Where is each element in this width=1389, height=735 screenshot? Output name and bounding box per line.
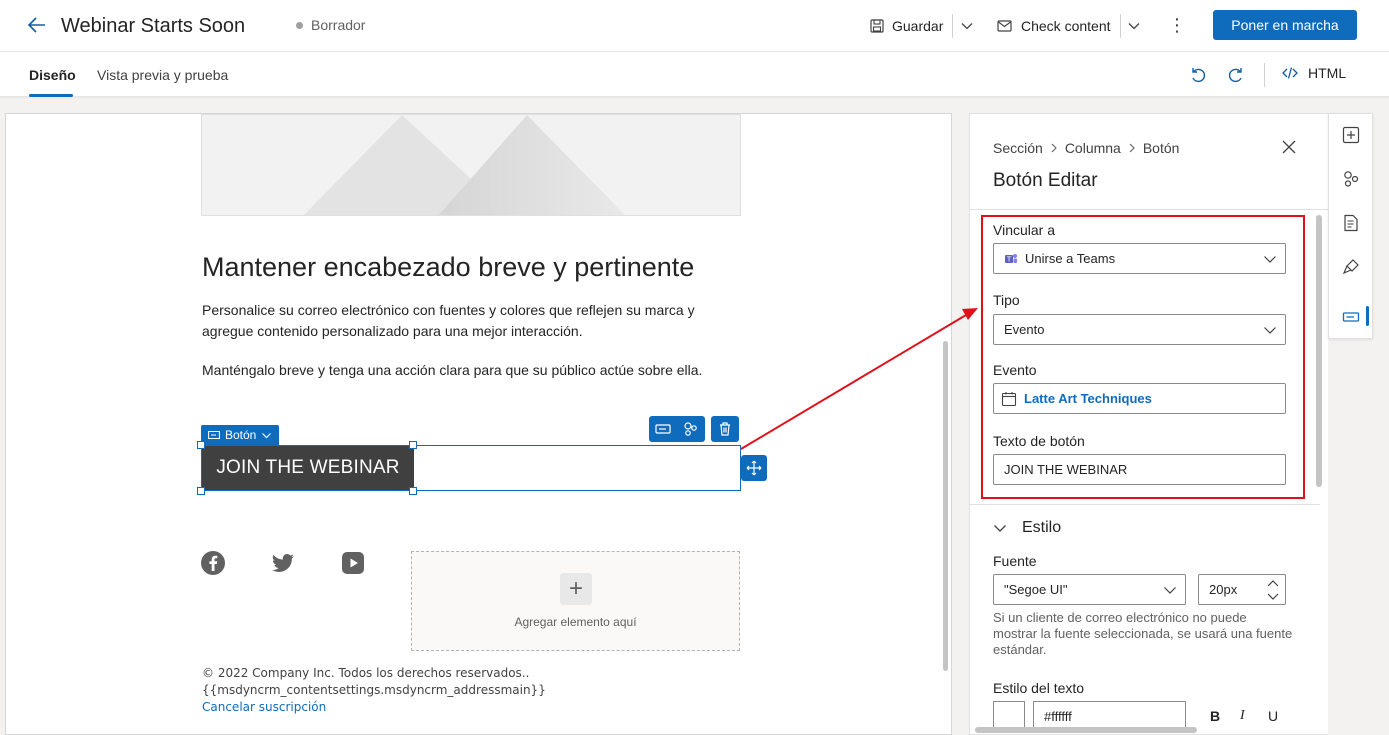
back-arrow-icon[interactable] — [26, 14, 48, 36]
divider — [952, 14, 953, 38]
email-paragraph[interactable]: Manténgalo breve y tenga una acción clar… — [202, 360, 742, 381]
active-tab-indicator — [29, 94, 73, 97]
paintbrush-icon[interactable] — [1342, 258, 1360, 276]
personalize-icon[interactable] — [677, 416, 705, 442]
hero-image-placeholder[interactable] — [201, 114, 741, 216]
top-header: Webinar Starts Soon Borrador Guardar Che… — [0, 0, 1389, 52]
tab-preview-test[interactable]: Vista previa y prueba — [97, 67, 228, 83]
element-type-label: Botón — [225, 428, 257, 442]
element-toolbar — [649, 416, 739, 442]
twitter-icon[interactable] — [270, 550, 296, 576]
mail-check-icon — [997, 20, 1012, 32]
button-properties-icon[interactable] — [1342, 308, 1360, 326]
button-style-icon[interactable] — [649, 416, 677, 442]
button-element-icon — [208, 431, 220, 439]
close-icon[interactable] — [1281, 139, 1297, 155]
resize-handle[interactable] — [409, 441, 417, 449]
divider — [970, 504, 1320, 505]
check-chevron-down-icon[interactable] — [1127, 19, 1141, 33]
add-plus-icon[interactable]: + — [560, 573, 592, 605]
divider — [970, 209, 1328, 210]
redo-icon[interactable] — [1228, 65, 1246, 83]
divider — [1264, 63, 1265, 87]
bold-button[interactable]: B — [1210, 708, 1220, 724]
font-size-value: 20px — [1209, 582, 1238, 597]
resize-handle[interactable] — [197, 487, 205, 495]
chevron-down-icon — [262, 432, 272, 438]
facebook-icon[interactable] — [200, 550, 226, 576]
panel-horizontal-scrollbar[interactable] — [975, 727, 1197, 733]
canvas-scrollbar[interactable] — [943, 341, 948, 671]
save-icon — [870, 19, 884, 33]
check-content-label: Check content — [1021, 18, 1111, 34]
element-type-tag[interactable]: Botón — [201, 425, 280, 445]
save-label: Guardar — [892, 18, 944, 34]
italic-button[interactable]: I — [1240, 708, 1245, 724]
tab-bar: Diseño Vista previa y prueba HTML — [0, 52, 1389, 97]
element-toolbar-group — [711, 416, 739, 442]
breadcrumb-item[interactable]: Sección — [993, 140, 1043, 156]
font-label: Fuente — [993, 553, 1037, 569]
font-dropdown[interactable]: "Segoe UI" — [993, 574, 1186, 605]
side-rail — [1328, 113, 1373, 339]
delete-icon[interactable] — [711, 416, 739, 442]
divider — [1120, 14, 1121, 38]
chevron-down-icon — [994, 525, 1006, 532]
move-icon[interactable] — [741, 455, 767, 481]
footer-copyright: © 2022 Company Inc. Todos los derechos r… — [202, 666, 530, 680]
more-options-icon[interactable]: ⋮ — [1168, 14, 1186, 36]
element-toolbar-group — [649, 416, 705, 442]
personalization-icon[interactable] — [1342, 170, 1360, 188]
status-badge: Borrador — [296, 17, 365, 33]
add-element-label: Agregar elemento aquí — [514, 615, 637, 629]
email-paragraph[interactable]: Personalice su correo electrónico con fu… — [202, 300, 722, 342]
annotation-highlight-box — [981, 215, 1305, 499]
mountain-image-icon — [303, 115, 626, 215]
tab-design[interactable]: Diseño — [29, 67, 76, 83]
panel-title: Botón Editar — [993, 170, 1098, 191]
chevron-right-icon — [1129, 143, 1135, 153]
breadcrumb-item[interactable]: Botón — [1143, 140, 1180, 156]
page-title: Webinar Starts Soon — [61, 15, 246, 37]
join-webinar-button[interactable]: JOIN THE WEBINAR — [202, 446, 414, 490]
undo-icon[interactable] — [1188, 65, 1206, 83]
youtube-icon[interactable] — [340, 550, 366, 576]
launch-button[interactable]: Poner en marcha — [1213, 10, 1357, 40]
email-heading[interactable]: Mantener encabezado breve y pertinente — [202, 252, 694, 283]
document-settings-icon[interactable] — [1342, 214, 1360, 232]
html-button[interactable]: HTML — [1282, 65, 1346, 81]
save-chevron-down-icon[interactable] — [960, 19, 974, 33]
underline-button[interactable]: U — [1268, 708, 1278, 724]
style-section-label: Estilo — [1022, 519, 1062, 536]
resize-handle[interactable] — [197, 441, 205, 449]
font-size-stepper[interactable]: 20px — [1198, 574, 1286, 605]
stepper-arrows-icon[interactable] — [1267, 577, 1279, 603]
unsubscribe-link[interactable]: Cancelar suscripción — [202, 700, 326, 714]
font-help-text: Si un cliente de correo electrónico no p… — [993, 610, 1293, 657]
chevron-right-icon — [1051, 143, 1057, 153]
code-icon — [1282, 67, 1298, 79]
resize-handle[interactable] — [409, 487, 417, 495]
add-element-icon[interactable] — [1342, 126, 1360, 144]
footer-text[interactable]: © 2022 Company Inc. Todos los derechos r… — [202, 665, 546, 699]
html-label: HTML — [1308, 65, 1347, 81]
breadcrumb: Sección Columna Botón — [993, 140, 1179, 156]
breadcrumb-item[interactable]: Columna — [1065, 140, 1121, 156]
footer-address: {{msdyncrm_contentsettings.msdyncrm_addr… — [202, 683, 546, 697]
active-rail-indicator — [1366, 306, 1369, 326]
check-content-button[interactable]: Check content — [997, 12, 1111, 40]
panel-scrollbar[interactable] — [1316, 215, 1322, 487]
style-section-toggle[interactable]: Estilo — [993, 519, 1061, 537]
status-label: Borrador — [311, 17, 366, 33]
font-value: "Segoe UI" — [1004, 582, 1068, 597]
status-dot-icon — [296, 21, 303, 29]
chevron-down-icon — [1164, 587, 1176, 594]
save-button[interactable]: Guardar — [870, 12, 943, 40]
text-style-label: Estilo del texto — [993, 680, 1085, 696]
email-canvas: Mantener encabezado breve y pertinente P… — [5, 113, 952, 735]
add-element-dropzone[interactable]: + Agregar elemento aquí — [411, 551, 740, 651]
